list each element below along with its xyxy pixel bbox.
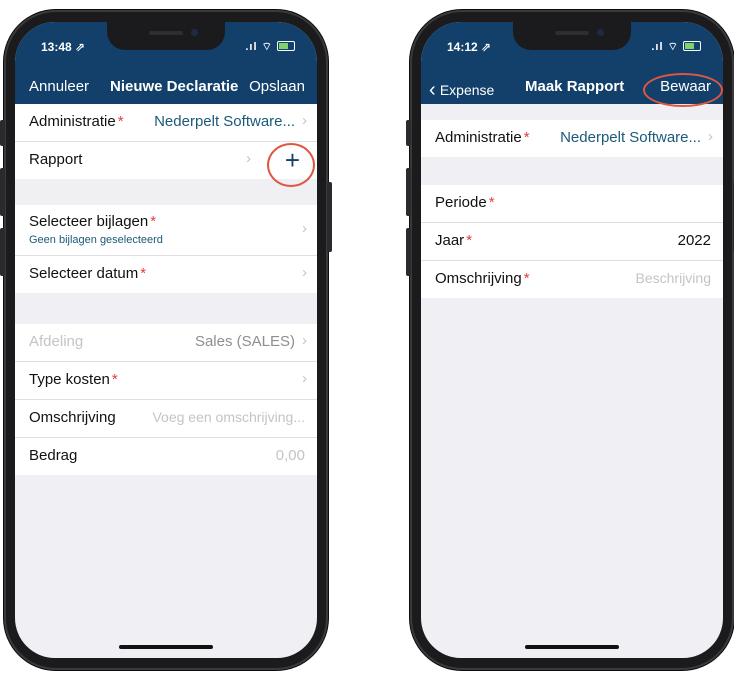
chevron-left-icon: ‹ bbox=[429, 79, 436, 101]
date-row[interactable]: Selecteer datum * › bbox=[15, 256, 317, 293]
phone-left: 13:48 ⇗ .ıl ⌔ Annuleer Nieuwe Declaratie… bbox=[0, 10, 332, 670]
description-input[interactable]: Voeg een omschrijving... bbox=[152, 409, 305, 425]
status-icons: .ıl ⌔ bbox=[245, 40, 295, 54]
report-label: Rapport bbox=[29, 151, 83, 168]
chevron-right-icon: › bbox=[246, 150, 251, 167]
required-marker: * bbox=[488, 194, 495, 211]
status-icons: .ıl ⌔ bbox=[651, 40, 701, 54]
battery-icon bbox=[277, 41, 295, 51]
year-label: Jaar bbox=[435, 232, 465, 249]
cancel-button[interactable]: Annuleer bbox=[29, 78, 89, 95]
page-title: Maak Rapport bbox=[525, 78, 625, 95]
report-section: Periode * Jaar * 2022 Omschrijving * Beschr… bbox=[421, 185, 723, 298]
volume-up-button bbox=[406, 168, 411, 216]
attachments-section: Selecteer bijlagen * Geen bijlagen gesele… bbox=[15, 205, 317, 293]
screen-left: 13:48 ⇗ .ıl ⌔ Annuleer Nieuwe Declaratie… bbox=[15, 22, 317, 658]
details-section: Afdeling Sales (SALES) › Type kosten * › … bbox=[15, 324, 317, 475]
battery-icon bbox=[683, 41, 701, 51]
mute-switch bbox=[0, 120, 5, 146]
home-indicator[interactable] bbox=[525, 645, 619, 649]
administration-label: Administratie bbox=[435, 129, 522, 146]
volume-down-button bbox=[0, 228, 5, 276]
administration-label: Administratie bbox=[29, 113, 116, 130]
chevron-right-icon: › bbox=[708, 128, 713, 145]
chevron-right-icon: › bbox=[302, 264, 307, 281]
required-marker: * bbox=[111, 371, 118, 388]
amount-input[interactable]: 0,00 bbox=[276, 447, 305, 464]
back-button[interactable]: ‹ Expense bbox=[429, 78, 494, 101]
required-marker: * bbox=[523, 270, 530, 287]
back-label: Expense bbox=[439, 82, 495, 98]
administration-section: Administratie * Nederpelt Software... › bbox=[421, 120, 723, 157]
attachments-row[interactable]: Selecteer bijlagen * Geen bijlagen gesele… bbox=[15, 205, 317, 256]
home-indicator[interactable] bbox=[119, 645, 213, 649]
period-label: Periode bbox=[435, 194, 487, 211]
year-value[interactable]: 2022 bbox=[678, 232, 711, 249]
status-time: 14:12 ⇗ bbox=[447, 40, 492, 54]
period-row[interactable]: Periode * bbox=[421, 185, 723, 223]
date-label: Selecteer datum bbox=[29, 265, 139, 282]
administration-value: Nederpelt Software... bbox=[560, 129, 701, 146]
description-label: Omschrijving bbox=[29, 409, 116, 426]
department-label: Afdeling bbox=[29, 333, 84, 350]
description-row[interactable]: Omschrijving * Beschrijving bbox=[421, 261, 723, 298]
required-marker: * bbox=[140, 265, 147, 282]
wifi-icon: ⌔ bbox=[261, 41, 273, 53]
volume-down-button bbox=[406, 228, 411, 276]
notch bbox=[513, 22, 631, 50]
description-input[interactable]: Beschrijving bbox=[636, 270, 711, 286]
power-button bbox=[327, 182, 332, 252]
chevron-right-icon: › bbox=[302, 112, 307, 129]
notch bbox=[107, 22, 225, 50]
administration-value: Nederpelt Software... bbox=[154, 113, 295, 130]
required-marker: * bbox=[117, 113, 124, 130]
description-row[interactable]: Omschrijving Voeg een omschrijving... bbox=[15, 400, 317, 438]
cost-type-label: Type kosten bbox=[29, 371, 110, 388]
wifi-icon: ⌔ bbox=[667, 41, 679, 53]
chevron-right-icon: › bbox=[302, 332, 307, 349]
chevron-right-icon: › bbox=[302, 220, 307, 237]
cost-type-row[interactable]: Type kosten * › bbox=[15, 362, 317, 400]
signal-icon: .ıl bbox=[245, 41, 258, 53]
year-row[interactable]: Jaar * 2022 bbox=[421, 223, 723, 261]
save-button[interactable]: Opslaan bbox=[249, 78, 305, 95]
required-marker: * bbox=[523, 129, 530, 146]
page-title: Nieuwe Declaratie bbox=[110, 78, 239, 95]
attachments-status: Geen bijlagen geselecteerd bbox=[29, 234, 163, 246]
required-marker: * bbox=[150, 213, 157, 230]
attachments-label: Selecteer bijlagen bbox=[29, 213, 149, 230]
status-time: 13:48 ⇗ bbox=[41, 40, 86, 54]
department-row: Afdeling Sales (SALES) › bbox=[15, 324, 317, 362]
administration-row[interactable]: Administratie * Nederpelt Software... › bbox=[15, 104, 317, 142]
amount-row[interactable]: Bedrag 0,00 bbox=[15, 438, 317, 475]
highlight-circle bbox=[267, 143, 315, 187]
administration-row[interactable]: Administratie * Nederpelt Software... › bbox=[421, 120, 723, 157]
signal-icon: .ıl bbox=[651, 41, 664, 53]
department-value: Sales (SALES) bbox=[194, 333, 295, 350]
screen-right: 14:12 ⇗ .ıl ⌔ ‹ Expense Maak Rapport Bew… bbox=[421, 22, 723, 658]
description-label: Omschrijving bbox=[435, 270, 522, 287]
volume-up-button bbox=[0, 168, 5, 216]
required-marker: * bbox=[466, 232, 473, 249]
chevron-right-icon: › bbox=[302, 370, 307, 387]
amount-label: Bedrag bbox=[29, 447, 78, 464]
highlight-circle bbox=[643, 73, 723, 107]
mute-switch bbox=[406, 120, 411, 146]
phone-right: 14:12 ⇗ .ıl ⌔ ‹ Expense Maak Rapport Bew… bbox=[406, 10, 734, 670]
